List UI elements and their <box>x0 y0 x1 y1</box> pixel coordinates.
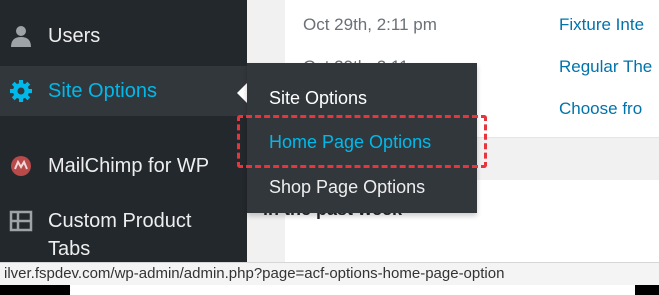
sidebar-item-label: Site Options <box>48 80 157 102</box>
admin-sidebar: Users Site Options MailChimp for WP Cust… <box>0 0 247 262</box>
activity-link[interactable]: Choose fro <box>559 99 642 119</box>
activity-link[interactable]: Regular The <box>559 57 652 77</box>
activity-link[interactable]: Fixture Inte <box>559 15 644 35</box>
users-icon <box>8 24 34 48</box>
gear-icon <box>8 79 34 103</box>
taskbar-segment <box>635 285 659 295</box>
sidebar-item-custom-product-tabs[interactable]: Custom Product Tabs <box>0 196 247 262</box>
sidebar-item-label: Users <box>48 25 101 47</box>
submenu-item-shop-page-options[interactable]: Shop Page Options <box>269 177 425 198</box>
sidebar-item-label: MailChimp for WP <box>48 155 210 177</box>
sidebar-item-mailchimp[interactable]: MailChimp for WP <box>0 141 247 191</box>
sidebar-item-label: Custom Product Tabs <box>48 210 192 260</box>
activity-date: Oct 29th, 2:11 pm <box>303 15 437 34</box>
mailchimp-icon <box>8 154 34 178</box>
status-bar-url: ilver.fspdev.com/wp-admin/admin.php?page… <box>0 262 659 285</box>
bottom-strip <box>0 285 659 295</box>
submenu-pointer <box>237 83 247 103</box>
sidebar-item-site-options[interactable]: Site Options <box>0 66 247 116</box>
sidebar-item-users[interactable]: Users <box>0 11 247 61</box>
taskbar-segment <box>0 285 70 295</box>
submenu-item-site-options[interactable]: Site Options <box>269 88 367 109</box>
tabs-icon <box>8 209 34 233</box>
highlight-annotation <box>237 115 487 168</box>
